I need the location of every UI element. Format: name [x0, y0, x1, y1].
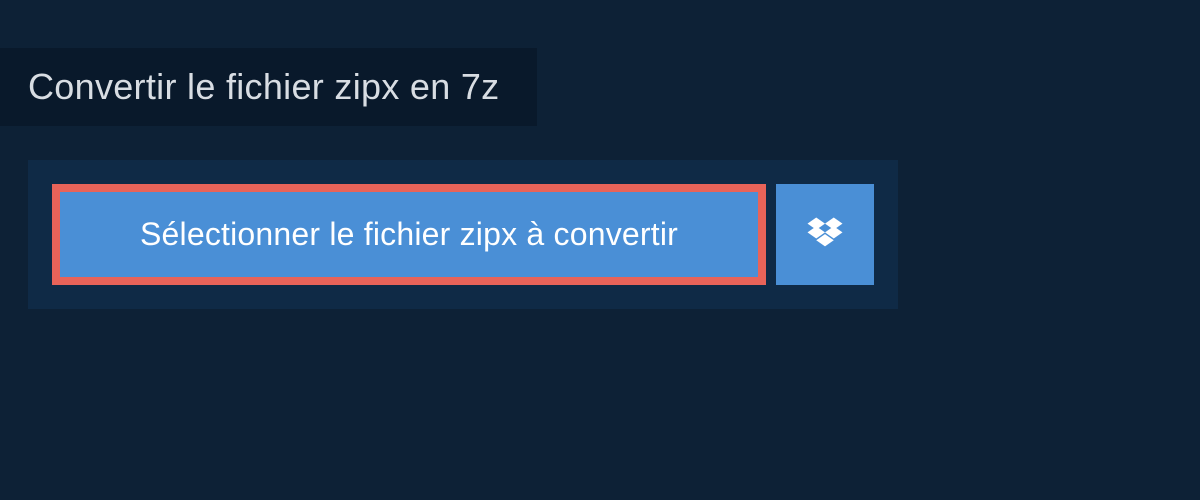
- page-title: Convertir le fichier zipx en 7z: [28, 66, 499, 108]
- file-select-panel: Sélectionner le fichier zipx à convertir: [28, 160, 898, 309]
- select-file-button[interactable]: Sélectionner le fichier zipx à convertir: [52, 184, 766, 285]
- page-header: Convertir le fichier zipx en 7z: [0, 48, 537, 126]
- dropbox-icon: [804, 214, 846, 256]
- select-file-label: Sélectionner le fichier zipx à convertir: [140, 216, 678, 253]
- dropbox-button[interactable]: [776, 184, 874, 285]
